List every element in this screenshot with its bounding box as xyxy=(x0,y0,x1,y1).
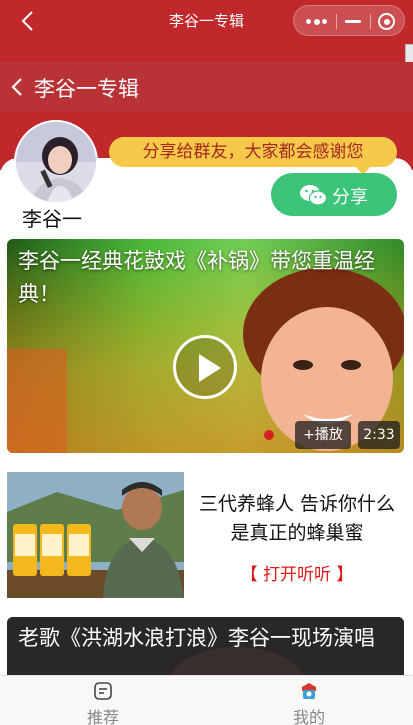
title-bar: 李谷一专辑 xyxy=(0,0,413,42)
video-title: 李谷一经典花鼓戏《补锅》带您重温经典！ xyxy=(18,249,375,306)
album-title: 李谷一专辑 xyxy=(34,77,139,101)
play-icon[interactable] xyxy=(173,335,237,399)
tab-label: 推荐 xyxy=(86,708,119,725)
tab-mine[interactable]: 我的 xyxy=(206,676,412,725)
share-button-label: 分享 xyxy=(332,187,368,208)
video-duration: 2:33 xyxy=(358,421,400,449)
avatar[interactable] xyxy=(14,120,98,204)
wechat-icon xyxy=(300,185,327,206)
more-icon[interactable] xyxy=(306,18,328,25)
page: 李谷一专辑 李谷一专辑 李谷一 分享给群友，大家都会感谢您 分享 李谷一经典花鼓… xyxy=(0,0,413,725)
mini-program-capsule xyxy=(293,5,405,36)
video-title: 老歌《洪湖水浪打浪》李谷一现场演唱 xyxy=(18,626,375,650)
video-card[interactable]: 李谷一经典花鼓戏《补锅》带您重温经典！ +播放 2:33 xyxy=(7,239,404,453)
mine-icon xyxy=(302,683,316,699)
back-icon[interactable] xyxy=(8,74,28,100)
ad-image[interactable] xyxy=(7,472,184,598)
open-listen-link[interactable]: 【 打开听听 】 xyxy=(194,560,400,585)
ad-title[interactable]: 三代养蜂人 告诉你什么是真正的蜂巢蜜 xyxy=(194,490,400,548)
add-to-playlist-button[interactable]: +播放 xyxy=(295,421,351,449)
tab-bar: 推荐 我的 xyxy=(0,675,413,725)
tab-label: 我的 xyxy=(292,708,325,725)
tab-recommend[interactable]: 推荐 xyxy=(0,676,206,725)
author-name: 李谷一 xyxy=(22,207,82,231)
share-button[interactable]: 分享 xyxy=(271,173,397,216)
recommend-icon xyxy=(94,682,112,700)
share-tip-bubble: 分享给群友，大家都会感谢您 xyxy=(109,137,397,175)
close-icon[interactable] xyxy=(378,13,395,30)
album-header: 李谷一专辑 xyxy=(0,62,413,112)
minimize-icon[interactable] xyxy=(345,20,361,23)
